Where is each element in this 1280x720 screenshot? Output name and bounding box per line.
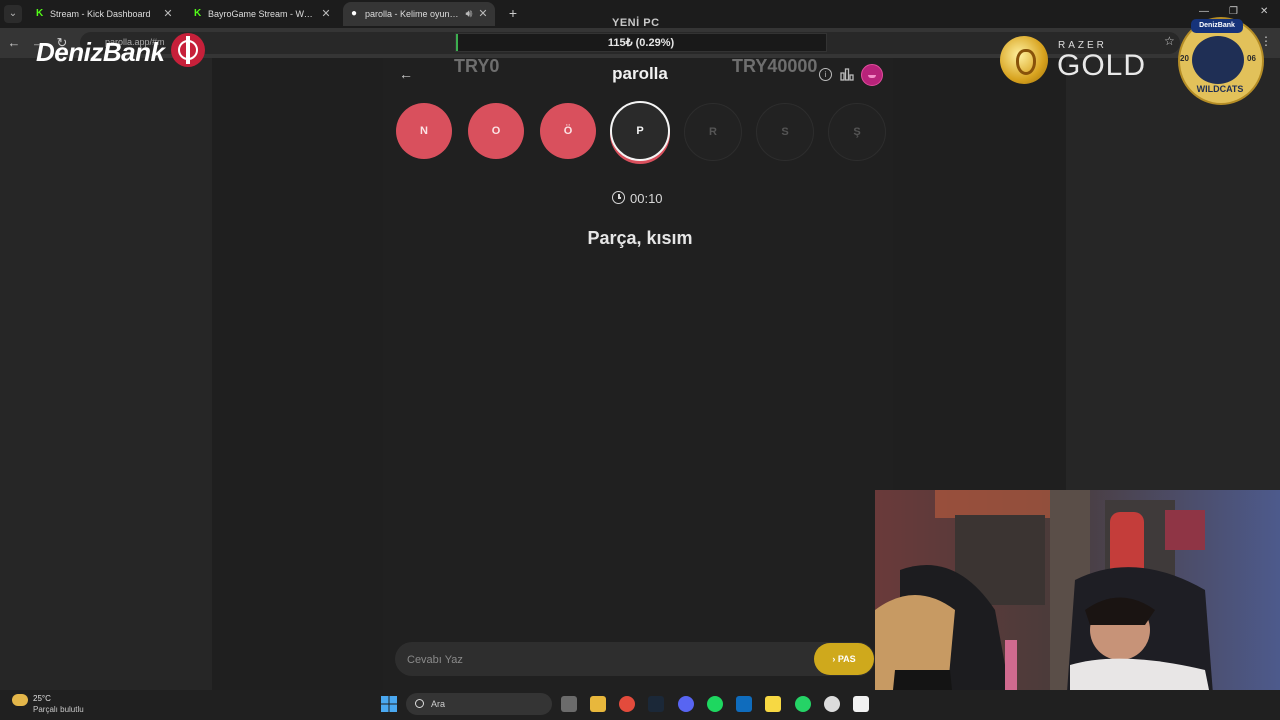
sponsor-product: GOLD xyxy=(1057,49,1147,82)
steam-icon[interactable] xyxy=(648,696,664,712)
badge-title: DenizBank xyxy=(1191,19,1243,33)
sticky-notes-icon[interactable] xyxy=(765,696,781,712)
letter-circle: S xyxy=(756,103,814,161)
pass-button[interactable]: › PAS xyxy=(814,643,874,675)
taskbar-search-label: Ara xyxy=(431,699,446,709)
chevron-right-icon: › xyxy=(832,654,836,664)
new-tab-button[interactable]: + xyxy=(505,4,521,22)
close-tab-icon[interactable]: ✕ xyxy=(477,2,489,26)
search-icon xyxy=(415,699,424,708)
outlook-icon[interactable] xyxy=(736,696,752,712)
taskbar xyxy=(0,690,1280,720)
windows-start-icon[interactable] xyxy=(381,696,397,712)
answer-bar xyxy=(395,642,875,676)
webcam-image xyxy=(875,490,1280,720)
whatsapp-icon[interactable] xyxy=(795,696,811,712)
minimize-icon[interactable]: — xyxy=(1199,6,1209,17)
letter-circle: Ş xyxy=(828,103,886,161)
letter-circle-current: P xyxy=(610,101,670,161)
chrome-icon[interactable] xyxy=(619,696,635,712)
info-icon[interactable]: i xyxy=(819,68,832,81)
stats-icon[interactable] xyxy=(840,67,854,81)
close-window-icon[interactable]: ✕ xyxy=(1260,6,1268,17)
goal-title: YENİ PC xyxy=(612,17,660,29)
wildcat-icon xyxy=(1192,36,1244,84)
task-view-icon[interactable] xyxy=(561,696,577,712)
tab-search-button[interactable]: ⌄ xyxy=(4,5,22,23)
letter-circle: Ö xyxy=(540,103,596,159)
file-explorer-icon[interactable] xyxy=(590,696,606,712)
bookmark-star-icon[interactable]: ☆ xyxy=(1164,34,1175,48)
clock-icon xyxy=(612,191,625,204)
tab-title: BayroGame Stream - Watch Live xyxy=(208,9,316,19)
tab-title: parolla - Kelime oyunu. Günlük xyxy=(365,9,463,19)
clue-text: Parça, kısım xyxy=(587,228,693,248)
browser-tab-active[interactable]: ● parolla - Kelime oyunu. Günlük 🔊︎ ✕ xyxy=(343,2,495,26)
ship-wheel-icon xyxy=(171,33,205,67)
razer-coin-icon xyxy=(1000,36,1048,84)
parolla-icon: ● xyxy=(351,8,358,19)
letter-circle: O xyxy=(468,103,524,159)
badge-team-name: WILDCATS xyxy=(1196,84,1244,94)
weather-description: Parçalı bulutlu xyxy=(33,705,84,714)
answer-input[interactable] xyxy=(405,651,799,669)
goal-min: TRY0 xyxy=(454,56,500,76)
maximize-icon[interactable]: ❐ xyxy=(1229,6,1238,17)
goal-progress-text: 115₺ (0.29%) xyxy=(607,37,675,49)
back-icon[interactable]: ← xyxy=(6,35,22,51)
app-title: parolla xyxy=(612,64,668,83)
timer: 00:10 xyxy=(612,190,663,206)
browser-tab[interactable]: K BayroGame Stream - Watch Live ✕ xyxy=(186,2,338,26)
user-avatar[interactable] xyxy=(861,64,883,86)
webcam-feed xyxy=(875,490,1280,720)
kick-icon: K xyxy=(36,8,44,19)
letter-circle: N xyxy=(396,103,452,159)
browser-tab[interactable]: K Stream - Kick Dashboard ✕ xyxy=(28,2,180,26)
speaker-icon[interactable]: 🔊︎ xyxy=(463,2,475,26)
taskbar-search[interactable]: Ara xyxy=(406,693,552,715)
spotify-icon[interactable] xyxy=(707,696,723,712)
chatgpt-icon[interactable] xyxy=(824,696,840,712)
goal-progress-bar: 115₺ (0.29%) xyxy=(455,33,827,52)
back-arrow-icon[interactable]: ← xyxy=(398,66,414,82)
close-tab-icon[interactable]: ✕ xyxy=(320,2,332,26)
badge-year-left: 20 xyxy=(1180,54,1189,63)
menu-icon[interactable]: ⋮ xyxy=(1260,34,1272,48)
capcut-icon[interactable] xyxy=(853,696,869,712)
goal-max: TRY40000 xyxy=(732,56,818,76)
badge-year-right: 06 xyxy=(1247,54,1256,63)
timer-value: 00:10 xyxy=(630,191,663,206)
weather-temperature: 25°C xyxy=(33,694,51,703)
tab-title: Stream - Kick Dashboard xyxy=(50,9,151,19)
pass-label: PAS xyxy=(837,654,856,664)
kick-icon: K xyxy=(194,8,202,19)
close-tab-icon[interactable]: ✕ xyxy=(162,2,174,26)
sponsor-logo-text: DenizBank xyxy=(36,37,165,67)
letter-circle: R xyxy=(684,103,742,161)
discord-icon[interactable] xyxy=(678,696,694,712)
weather-icon[interactable] xyxy=(12,694,28,706)
